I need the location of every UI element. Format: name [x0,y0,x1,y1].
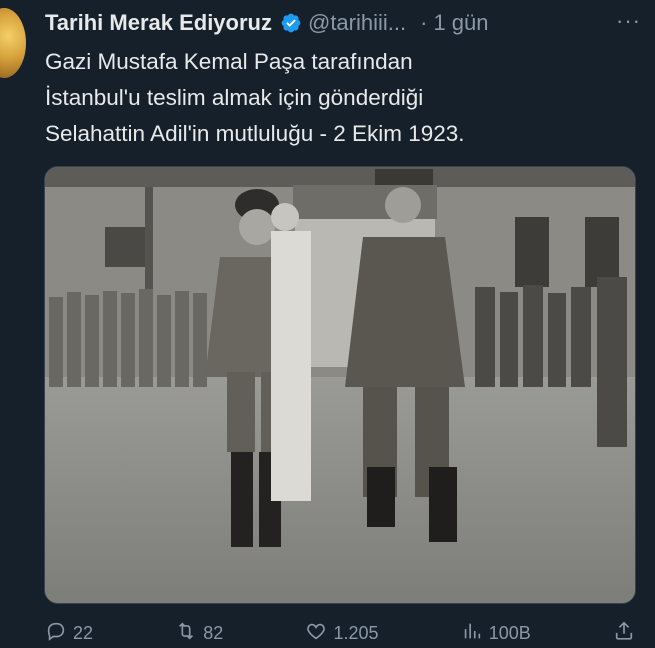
author-handle[interactable]: @tarihiii... [308,10,406,36]
verified-badge-icon [280,12,302,34]
tweet-text: Gazi Mustafa Kemal Paşa tarafından İstan… [45,44,625,152]
views-button[interactable]: 100B [461,618,531,648]
tweet-header: Tarihi Merak Ediyoruz @tarihiii... · 1 g… [45,8,655,38]
heart-icon [305,620,327,647]
reply-icon [45,620,67,647]
tweet-actions: 22 82 1.205 100B [45,618,635,648]
tweet-text-line: Selahattin Adil'in mutluluğu - 2 Ekim 19… [45,121,465,146]
views-icon [461,620,483,647]
author-name[interactable]: Tarihi Merak Ediyoruz [45,10,272,36]
like-button[interactable]: 1.205 [305,618,379,648]
reply-button[interactable]: 22 [45,618,93,648]
separator-dot: · [420,10,428,35]
retweet-button[interactable]: 82 [175,618,223,648]
like-count: 1.205 [333,622,379,643]
retweet-count: 82 [203,622,224,643]
share-button[interactable] [613,618,635,648]
tweet-text-line: İstanbul'u teslim almak için gönderdiği [45,85,424,110]
avatar[interactable] [0,8,26,78]
share-icon [613,620,635,647]
tweet-text-line: Gazi Mustafa Kemal Paşa tarafından [45,49,413,74]
retweet-icon [175,620,197,647]
tweet-time[interactable]: 1 gün [433,10,488,36]
reply-count: 22 [73,622,94,643]
views-count: 100B [488,622,531,643]
tweet-photo[interactable] [44,166,636,604]
more-options-icon[interactable]: ··· [616,8,641,34]
